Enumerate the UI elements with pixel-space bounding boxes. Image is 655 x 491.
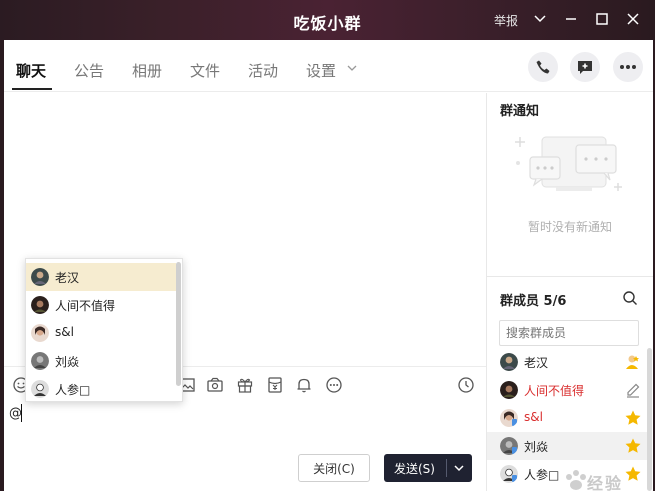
title-bar: 吃饭小群 举报 <box>0 0 655 40</box>
empty-notice-illustration <box>515 136 622 191</box>
tab-settings[interactable]: 设置 <box>306 60 336 81</box>
window-title: 吃饭小群 <box>293 14 362 33</box>
notice-title: 群通知 <box>500 104 540 119</box>
member-item[interactable]: 人间不值得 <box>487 376 647 404</box>
avatar <box>500 409 518 427</box>
chevron-down-icon[interactable] <box>452 461 466 475</box>
avatar <box>31 380 49 398</box>
call-button[interactable] <box>528 52 558 82</box>
avatar <box>500 381 518 399</box>
member-search-input[interactable] <box>499 320 639 346</box>
members-title: 群成员 5/6 <box>500 294 567 309</box>
star-icon <box>625 410 641 425</box>
tab-activity[interactable]: 活动 <box>248 60 278 81</box>
mention-item[interactable]: 刘焱 <box>26 347 176 375</box>
search-icon[interactable] <box>622 290 638 306</box>
minimize-icon[interactable] <box>562 10 580 28</box>
tab-album[interactable]: 相册 <box>132 60 162 81</box>
avatar <box>31 324 49 342</box>
mention-item[interactable]: s&l <box>26 319 176 347</box>
mention-item[interactable]: 人参□ <box>26 375 176 401</box>
maximize-icon[interactable] <box>593 10 611 28</box>
avatar <box>500 353 518 371</box>
avatar <box>500 465 518 483</box>
edit-icon[interactable] <box>624 381 642 399</box>
avatar <box>31 352 49 370</box>
tab-announcement[interactable]: 公告 <box>74 60 104 81</box>
mention-name: 人间不值得 <box>55 299 116 313</box>
avatar <box>31 296 49 314</box>
send-divider <box>446 459 447 477</box>
member-item[interactable]: 老汉 <box>487 348 647 376</box>
send-button[interactable]: 发送(S) <box>384 454 472 482</box>
member-name: 人参□ <box>524 468 560 482</box>
tab-chat[interactable]: 聊天 <box>16 60 46 81</box>
gift-icon[interactable] <box>236 376 254 394</box>
screenshot-icon[interactable] <box>206 376 224 394</box>
member-name: 刘焱 <box>524 440 549 454</box>
more-icon <box>620 65 636 69</box>
avatar <box>500 437 518 455</box>
member-name: 老汉 <box>524 356 549 370</box>
red-packet-icon[interactable] <box>266 376 284 394</box>
mention-item[interactable]: 老汉 <box>26 263 176 291</box>
member-item[interactable]: s&l <box>487 404 647 432</box>
watermark-text: 经验 <box>587 474 624 491</box>
chevron-down-icon[interactable] <box>346 62 358 74</box>
close-button[interactable]: 关闭(C) <box>298 454 370 482</box>
star-icon <box>625 438 641 453</box>
mention-popup: 老汉 人间不值得 s&l 刘焱 人参□ <box>25 258 183 402</box>
mention-name: 老汉 <box>55 271 80 285</box>
chevron-down-icon[interactable] <box>531 10 549 28</box>
close-icon[interactable] <box>624 10 642 28</box>
add-chat-button[interactable] <box>570 52 600 82</box>
send-label: 发送(S) <box>394 462 435 476</box>
tab-bar: 聊天 公告 相册 文件 活动 设置 <box>4 40 653 92</box>
tab-files[interactable]: 文件 <box>190 60 220 81</box>
bell-icon[interactable] <box>295 376 313 394</box>
notice-empty-text: 暂时没有新通知 <box>527 220 612 234</box>
mention-scrollbar[interactable] <box>176 262 181 386</box>
group-chat-window: 聊天 公告 相册 文件 活动 设置 @ 关闭(C) 发送(S) 老汉 人间不值得… <box>4 40 653 491</box>
more-options-icon[interactable] <box>325 376 343 394</box>
history-clock-icon[interactable] <box>457 376 475 394</box>
panel-divider <box>487 276 653 277</box>
mention-name: s&l <box>55 325 74 339</box>
add-chat-icon <box>578 61 592 74</box>
owner-icon <box>626 355 639 369</box>
avatar <box>31 268 49 286</box>
mention-name: 人参□ <box>55 383 91 397</box>
more-button[interactable] <box>613 52 643 82</box>
member-name: 人间不值得 <box>524 384 585 398</box>
report-button[interactable]: 举报 <box>494 12 518 29</box>
member-name: s&l <box>524 410 543 424</box>
member-item[interactable]: 刘焱 <box>487 432 647 460</box>
active-tab-indicator <box>12 88 52 90</box>
mention-name: 刘焱 <box>55 355 80 369</box>
message-input[interactable]: @ 关闭(C) 发送(S) <box>4 402 486 491</box>
mention-item[interactable]: 人间不值得 <box>26 291 176 319</box>
phone-icon <box>536 60 550 74</box>
text-caret <box>21 404 22 422</box>
